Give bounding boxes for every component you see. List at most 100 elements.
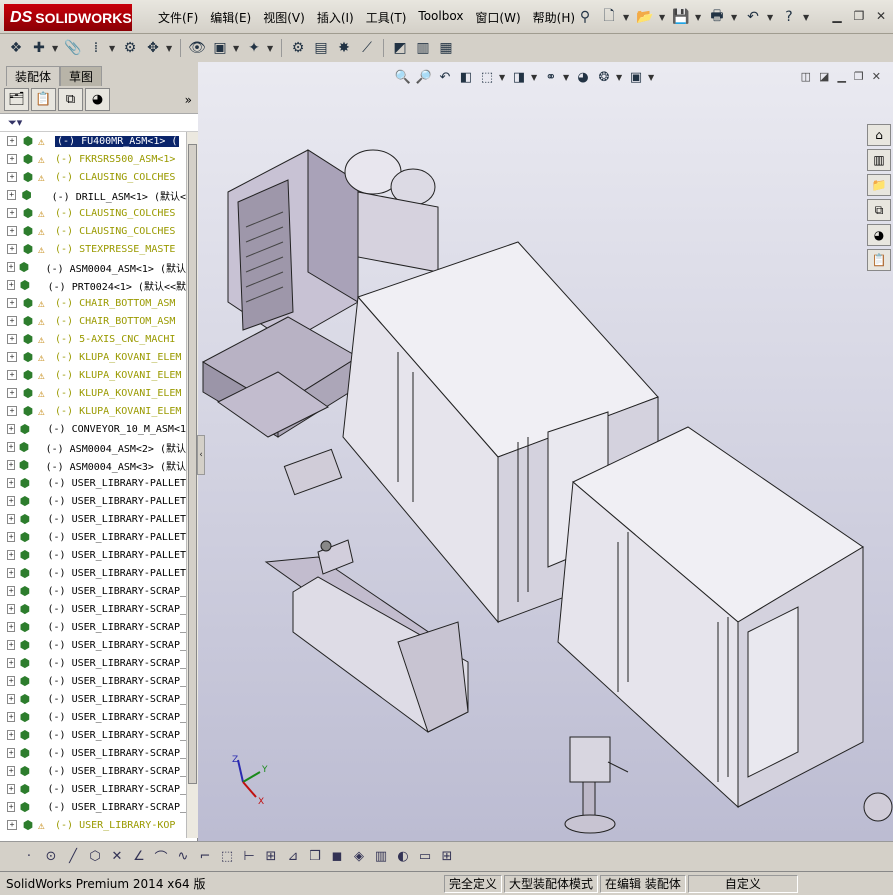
tree-item[interactable]: + ⬢ ⚠ (-) CLAUSING_COLCHES (0, 168, 186, 186)
tree-item[interactable]: + ⬢ (-) USER_LIBRARY-SCRAP_ (0, 618, 186, 636)
expand-icon[interactable]: + (7, 514, 16, 524)
tree-item[interactable]: + ⬢ ⚠ (-) CHAIR_BOTTOM_ASM (0, 294, 186, 312)
insert-components-icon[interactable]: ✚ (29, 38, 49, 58)
tree-item[interactable]: + ⬢ (-) USER_LIBRARY-SCRAP_ (0, 726, 186, 744)
scrollbar-thumb[interactable] (188, 144, 197, 784)
display-style-icon[interactable]: ◨ (510, 68, 528, 86)
menu-item[interactable]: Toolbox (412, 9, 469, 26)
expand-icon[interactable]: + (7, 604, 16, 614)
expand-icon[interactable]: + (7, 388, 17, 398)
expand-icon[interactable]: + (7, 748, 16, 758)
expand-icon[interactable]: + (7, 172, 17, 182)
edit-appearance-icon[interactable]: ◕ (574, 68, 592, 86)
dropdown-arrow-icon[interactable]: ▼ (695, 13, 703, 22)
trim-icon[interactable]: ✕ (108, 848, 126, 866)
dropdown-arrow-icon[interactable]: ▼ (563, 73, 571, 82)
tree-item[interactable]: + ⬢ ⚠ (-) FKRSRS500_ASM<1> (0, 150, 186, 168)
menu-item[interactable]: 窗口(W) (469, 9, 526, 26)
expand-icon[interactable]: + (7, 784, 16, 794)
filter-icon[interactable]: ⏷▾ (8, 116, 22, 130)
file-explorer-icon[interactable]: 📁 (867, 174, 891, 196)
expand-icon[interactable]: + (7, 262, 16, 272)
tree-item[interactable]: + ⬢ (-) USER_LIBRARY-SCRAP_ (0, 654, 186, 672)
clearance-verification-icon[interactable]: ▥ (413, 38, 433, 58)
viewport-layout-icon[interactable]: ◫ (801, 70, 811, 83)
four-view-icon[interactable]: ⊞ (438, 848, 456, 866)
expand-icon[interactable]: + (7, 730, 16, 740)
expand-icon[interactable]: + (7, 136, 17, 146)
expand-icon[interactable]: + (7, 802, 16, 812)
tree-item[interactable]: + ⬢ ⚠ (-) CHAIR_BOTTOM_ASM (0, 312, 186, 330)
dropdown-arrow-icon[interactable]: ▼ (731, 13, 739, 22)
single-view-icon[interactable]: ▭ (416, 848, 434, 866)
move-component-icon[interactable]: ✥ (143, 38, 163, 58)
rectangle-select-icon[interactable]: ⬚ (218, 848, 236, 866)
tab-sketch[interactable]: 草图 (60, 66, 103, 86)
undo-icon[interactable]: ↶ (743, 7, 763, 27)
viewport-split-icon[interactable]: ◪ (819, 70, 829, 83)
tree-item[interactable]: + ⬢ ⚠ (-) USER_LIBRARY-KOP (0, 816, 186, 834)
tree-item[interactable]: + ⬢ (-) USER_LIBRARY-PALLET (0, 528, 186, 546)
dropdown-arrow-icon[interactable]: ▼ (767, 13, 775, 22)
angle-icon[interactable]: ∠ (130, 848, 148, 866)
dropdown-arrow-icon[interactable]: ▼ (623, 13, 631, 22)
explode-line-sketch-icon[interactable]: ⟋ (357, 38, 377, 58)
shaded-view-icon[interactable]: ◼ (328, 848, 346, 866)
spline-icon[interactable]: ∿ (174, 848, 192, 866)
dropdown-arrow-icon[interactable]: ▼ (52, 44, 60, 53)
restore-icon[interactable]: ❐ (851, 8, 867, 24)
point-icon[interactable]: · (20, 848, 38, 866)
expand-icon[interactable]: + (7, 352, 17, 362)
more-tabs-icon[interactable]: » (185, 93, 192, 107)
expand-icon[interactable]: + (7, 460, 16, 470)
panel-splitter[interactable]: ‹ (197, 435, 205, 475)
tree-item[interactable]: + ⬢ (-) USER_LIBRARY-PALLET (0, 492, 186, 510)
expand-icon[interactable]: + (7, 550, 16, 560)
line-icon[interactable]: ╱ (64, 848, 82, 866)
expand-icon[interactable]: + (7, 208, 17, 218)
expand-icon[interactable]: + (7, 712, 16, 722)
polygon-icon[interactable]: ⬡ (86, 848, 104, 866)
smart-fasteners-icon[interactable]: ⚙ (120, 38, 140, 58)
viewport-close-icon[interactable]: ✕ (872, 70, 881, 83)
3d-box-icon[interactable]: ❒ (306, 848, 324, 866)
zoom-to-area-icon[interactable]: 🔎 (415, 68, 433, 86)
expand-icon[interactable]: + (7, 316, 17, 326)
expand-icon[interactable]: + (7, 334, 17, 344)
new-motion-study-icon[interactable]: ⚙ (288, 38, 308, 58)
expand-icon[interactable]: + (7, 622, 16, 632)
dropdown-arrow-icon[interactable]: ▼ (803, 13, 811, 22)
graphics-area[interactable]: 🔍 🔎 ↶ ◧ ⬚ ▼ ◨ ▼ ⚭ ▼ ◕ ❂ ▼ ▣ ▼ ◫ ◪ ▁ ❐ ✕ ⌂ ▥ 📁… (198, 62, 893, 841)
zebra-icon[interactable]: ▥ (372, 848, 390, 866)
display-icon[interactable]: ◈ (350, 848, 368, 866)
status-custom-units[interactable]: 自定义 (687, 874, 798, 893)
configuration-manager-icon[interactable]: ⧉ (58, 88, 83, 111)
dropdown-arrow-icon[interactable]: ▼ (267, 44, 275, 53)
tree-item[interactable]: + ⬢ (-) USER_LIBRARY-SCRAP_ (0, 636, 186, 654)
apply-scene-icon[interactable]: ❂ (595, 68, 613, 86)
dropdown-arrow-icon[interactable]: ▼ (499, 73, 507, 82)
save-icon[interactable]: 💾 (671, 7, 691, 27)
grid-icon[interactable]: ⊞ (262, 848, 280, 866)
tree-item[interactable]: + ⬢ ⚠ (-) KLUPA_KOVANI_ELEM (0, 366, 186, 384)
expand-icon[interactable]: + (7, 226, 17, 236)
bill-of-materials-icon[interactable]: ▤ (311, 38, 331, 58)
tree-item[interactable]: + ⬢ ⚠ (-) STEXPRESSE_MASTE (0, 240, 186, 258)
tree-item[interactable]: + ⬢ (-) ASM0004_ASM<3> (默认 (0, 456, 186, 474)
expand-icon[interactable]: + (7, 820, 17, 830)
view-orientation-icon[interactable]: ⬚ (478, 68, 496, 86)
expand-icon[interactable]: + (7, 568, 16, 578)
expand-icon[interactable]: + (7, 676, 16, 686)
design-library-icon[interactable]: ▥ (867, 149, 891, 171)
expand-icon[interactable]: + (7, 640, 16, 650)
expand-icon[interactable]: + (7, 424, 16, 434)
tree-filter[interactable]: ⏷▾ (0, 114, 198, 132)
edit-component-icon[interactable]: ❖ (6, 38, 26, 58)
tree-item[interactable]: + ⬢ (-) USER_LIBRARY-SCRAP_ (0, 744, 186, 762)
viewport-minimize-icon[interactable]: ▁ (837, 70, 845, 83)
dropdown-arrow-icon[interactable]: ▼ (531, 73, 539, 82)
mate-icon[interactable]: 📎 (63, 38, 83, 58)
menu-item[interactable]: 帮助(H) (527, 9, 581, 26)
view-palette-icon[interactable]: ⧉ (867, 199, 891, 221)
interference-detection-icon[interactable]: ◩ (390, 38, 410, 58)
